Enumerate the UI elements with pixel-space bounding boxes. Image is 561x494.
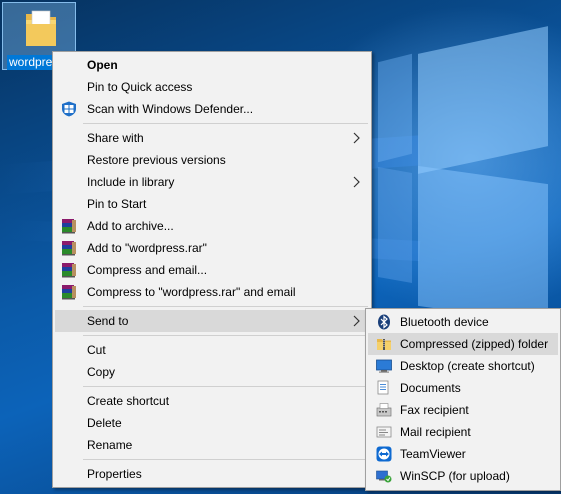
chevron-right-icon xyxy=(353,132,360,144)
menu-item-label: Pin to Start xyxy=(87,197,147,211)
menu-separator xyxy=(83,459,368,460)
menu-item-label: Restore previous versions xyxy=(87,153,226,167)
menu-item-label: Cut xyxy=(87,343,106,357)
wallpaper-window-pane xyxy=(418,26,548,174)
menu-item-send-to[interactable]: Send to xyxy=(55,310,369,332)
menu-item-label: Add to archive... xyxy=(87,219,174,233)
menu-item-pin-to-start[interactable]: Pin to Start xyxy=(55,193,369,215)
wallpaper-window-pane xyxy=(378,53,412,163)
menu-item-delete[interactable]: Delete xyxy=(55,412,369,434)
send-to-desktop[interactable]: Desktop (create shortcut) xyxy=(368,355,558,377)
menu-item-label: Create shortcut xyxy=(87,394,170,408)
menu-item-label: Send to xyxy=(87,314,129,328)
menu-item-copy[interactable]: Copy xyxy=(55,361,369,383)
send-to-fax-recipient[interactable]: Fax recipient xyxy=(368,399,558,421)
context-menu: Open Pin to Quick access Scan with Windo… xyxy=(52,51,372,488)
fax-icon xyxy=(376,403,392,417)
menu-item-cut[interactable]: Cut xyxy=(55,339,369,361)
menu-item-label: Open xyxy=(87,58,118,72)
wallpaper-window-pane xyxy=(378,167,412,283)
menu-item-compress-and-email[interactable]: Compress and email... xyxy=(55,259,369,281)
submenu-item-label: Desktop (create shortcut) xyxy=(400,359,535,373)
menu-item-label: Pin to Quick access xyxy=(87,80,193,94)
menu-item-pin-to-quick-access[interactable]: Pin to Quick access xyxy=(55,76,369,98)
submenu-item-label: TeamViewer xyxy=(400,447,466,461)
menu-item-add-to-archive[interactable]: Add to archive... xyxy=(55,215,369,237)
submenu-item-label: Compressed (zipped) folder xyxy=(400,337,549,351)
winrar-icon xyxy=(62,219,76,234)
bluetooth-icon xyxy=(378,314,390,330)
menu-item-label: Compress and email... xyxy=(87,263,208,277)
menu-item-rename[interactable]: Rename xyxy=(55,434,369,456)
submenu-item-label: WinSCP (for upload) xyxy=(400,469,510,483)
menu-item-label: Include in library xyxy=(87,175,175,189)
menu-item-label: Delete xyxy=(87,416,122,430)
send-to-compressed-folder[interactable]: Compressed (zipped) folder xyxy=(368,333,558,355)
menu-separator xyxy=(83,386,368,387)
winrar-icon xyxy=(62,241,76,256)
windows-defender-icon xyxy=(62,101,76,117)
chevron-right-icon xyxy=(353,315,360,327)
desktop-icon xyxy=(376,359,392,373)
menu-item-label: Rename xyxy=(87,438,133,452)
submenu-item-label: Mail recipient xyxy=(400,425,471,439)
menu-item-label: Copy xyxy=(87,365,116,379)
menu-item-restore-previous-versions[interactable]: Restore previous versions xyxy=(55,149,369,171)
menu-item-scan-with-defender[interactable]: Scan with Windows Defender... xyxy=(55,98,369,120)
menu-item-include-in-library[interactable]: Include in library xyxy=(55,171,369,193)
menu-separator xyxy=(83,123,368,124)
teamviewer-icon xyxy=(376,446,392,462)
menu-item-add-to-wordpress-rar[interactable]: Add to "wordpress.rar" xyxy=(55,237,369,259)
menu-item-label: Compress to "wordpress.rar" and email xyxy=(87,285,296,299)
menu-item-properties[interactable]: Properties xyxy=(55,463,369,485)
submenu-item-label: Bluetooth device xyxy=(400,315,489,329)
menu-separator xyxy=(83,306,368,307)
menu-item-compress-to-rar-and-email[interactable]: Compress to "wordpress.rar" and email xyxy=(55,281,369,303)
send-to-teamviewer[interactable]: TeamViewer xyxy=(368,443,558,465)
submenu-item-label: Documents xyxy=(400,381,461,395)
zip-folder-icon xyxy=(377,339,391,350)
menu-item-create-shortcut[interactable]: Create shortcut xyxy=(55,390,369,412)
send-to-winscp[interactable]: WinSCP (for upload) xyxy=(368,465,558,487)
menu-item-label: Share with xyxy=(87,131,144,145)
menu-item-share-with[interactable]: Share with xyxy=(55,127,369,149)
menu-item-open[interactable]: Open xyxy=(55,54,369,76)
send-to-bluetooth[interactable]: Bluetooth device xyxy=(368,311,558,333)
submenu-item-label: Fax recipient xyxy=(400,403,469,417)
winscp-icon xyxy=(376,470,392,483)
folder-icon xyxy=(26,10,56,46)
send-to-submenu: Bluetooth device Compressed (zipped) fol… xyxy=(365,308,561,491)
menu-item-label: Scan with Windows Defender... xyxy=(87,102,254,116)
menu-item-label: Add to "wordpress.rar" xyxy=(87,241,207,255)
chevron-right-icon xyxy=(353,176,360,188)
menu-item-label: Properties xyxy=(87,467,142,481)
menu-separator xyxy=(83,335,368,336)
mail-icon xyxy=(376,426,392,438)
send-to-documents[interactable]: Documents xyxy=(368,377,558,399)
documents-icon xyxy=(377,380,389,395)
send-to-mail-recipient[interactable]: Mail recipient xyxy=(368,421,558,443)
winrar-icon xyxy=(62,263,76,278)
winrar-icon xyxy=(62,285,76,300)
wallpaper-window-pane xyxy=(418,165,548,325)
